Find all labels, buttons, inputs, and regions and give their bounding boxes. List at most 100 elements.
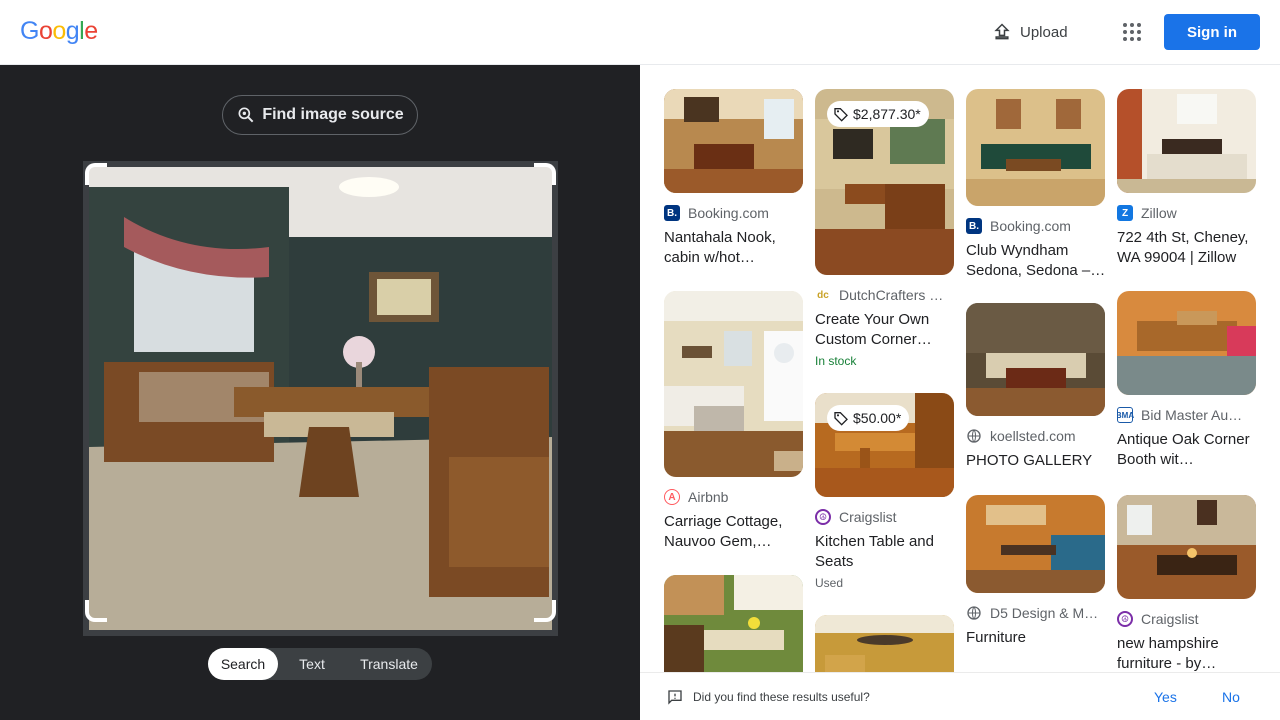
source-name: Zillow [1141, 205, 1177, 221]
query-image[interactable] [83, 161, 558, 636]
booking-icon: B. [966, 218, 982, 234]
upload-label: Upload [1020, 23, 1068, 41]
result-title[interactable]: Club Wyndham Sedona, Sedona –… [966, 241, 1106, 281]
result-thumbnail[interactable]: $50.00* [815, 393, 954, 497]
feedback-question: Did you find these results useful? [693, 690, 870, 704]
result-thumbnail[interactable] [1117, 291, 1256, 395]
result-title[interactable]: Create Your Own Custom Corner… [815, 310, 955, 350]
logo-letter: o [38, 17, 53, 45]
result-source: Z Zillow [1117, 205, 1257, 221]
feedback-icon [668, 690, 682, 705]
result-card[interactable]: B. Booking.com Nantahala Nook, cabin w/h… [664, 89, 804, 268]
result-title[interactable]: Furniture [966, 628, 1106, 648]
result-card[interactable]: $50.00* ☮ Craigslist Kitchen Table and S… [815, 393, 955, 590]
globe-icon [967, 429, 981, 443]
result-card[interactable] [664, 575, 804, 685]
logo-letter: e [84, 17, 98, 45]
result-thumbnail[interactable] [664, 291, 803, 477]
result-source: B. Booking.com [664, 205, 804, 221]
price-badge: $50.00* [827, 405, 910, 431]
upload-button[interactable]: Upload [992, 20, 1068, 44]
result-card[interactable]: koellsted.com PHOTO GALLERY [966, 303, 1106, 471]
result-source: dc DutchCrafters … [815, 287, 955, 303]
result-title[interactable]: new hampshire furniture - by… [1117, 634, 1257, 674]
result-source: koellsted.com [966, 428, 1106, 444]
apps-grid-icon[interactable] [1120, 20, 1144, 44]
result-thumbnail[interactable] [664, 89, 803, 193]
result-title[interactable]: Nantahala Nook, cabin w/hot… [664, 228, 804, 268]
tag-icon [834, 108, 848, 122]
logo-letter: g [65, 17, 80, 45]
source-name: Airbnb [688, 489, 729, 505]
craigslist-icon: ☮ [815, 509, 831, 525]
result-thumbnail[interactable] [664, 575, 803, 685]
airbnb-icon: A [664, 489, 680, 505]
find-source-label: Find image source [262, 106, 404, 123]
crop-handle-top-left[interactable] [85, 163, 107, 185]
result-title[interactable]: Antique Oak Corner Booth wit… [1117, 430, 1257, 470]
lens-mode-tabs: Search Text Translate [208, 648, 432, 680]
dining-nook-photo [89, 167, 552, 630]
lens-search-icon [238, 107, 254, 123]
feedback-yes-button[interactable]: Yes [1154, 689, 1177, 705]
result-card[interactable]: B. Booking.com Club Wyndham Sedona, Sedo… [966, 89, 1106, 281]
result-card[interactable]: BMA Bid Master Au… Antique Oak Corner Bo… [1117, 291, 1257, 470]
result-source: BMA Bid Master Au… [1117, 407, 1257, 423]
feedback-no-button[interactable]: No [1222, 689, 1240, 705]
source-name: Craigslist [839, 509, 897, 525]
result-thumbnail[interactable] [1117, 495, 1256, 599]
source-name: koellsted.com [990, 428, 1076, 444]
result-source: D5 Design & M… [966, 605, 1106, 621]
source-name: D5 Design & M… [990, 605, 1099, 621]
visual-matches-panel: B. Booking.com Nantahala Nook, cabin w/h… [640, 65, 1280, 720]
source-name: Booking.com [990, 218, 1071, 234]
result-card[interactable]: $2,877.30* dc DutchCrafters … Create You… [815, 89, 955, 368]
top-bar: Google Upload Sign in [0, 0, 1280, 65]
availability-status: In stock [815, 354, 857, 368]
upload-icon [994, 23, 1010, 40]
result-source: B. Booking.com [966, 218, 1106, 234]
result-title[interactable]: PHOTO GALLERY [966, 451, 1106, 471]
find-image-source-button[interactable]: Find image source [222, 95, 418, 135]
logo-letter: o [52, 17, 66, 45]
source-name: Booking.com [688, 205, 769, 221]
price-value: $50.00* [853, 410, 902, 426]
result-thumbnail[interactable]: $2,877.30* [815, 89, 954, 275]
bma-icon: BMA [1117, 407, 1134, 423]
source-name: Craigslist [1141, 611, 1199, 627]
crop-handle-bottom-right[interactable] [534, 600, 556, 622]
tab-search[interactable]: Search [208, 648, 278, 680]
condition-status: Used [815, 576, 844, 590]
sign-in-button[interactable]: Sign in [1164, 14, 1260, 50]
result-source: ☮ Craigslist [1117, 611, 1257, 627]
result-thumbnail[interactable] [966, 89, 1105, 206]
craigslist-icon: ☮ [1117, 611, 1133, 627]
source-name: DutchCrafters … [839, 287, 944, 303]
globe-icon [967, 606, 981, 620]
price-badge: $2,877.30* [827, 101, 929, 127]
result-source: A Airbnb [664, 489, 804, 505]
result-thumbnail[interactable] [966, 495, 1105, 593]
result-thumbnail[interactable] [1117, 89, 1256, 193]
result-title[interactable]: Carriage Cottage, Nauvoo Gem,… [664, 512, 804, 552]
dutchcrafters-icon: dc [815, 287, 831, 303]
logo-letter: G [20, 17, 39, 45]
price-value: $2,877.30* [853, 106, 921, 122]
result-card[interactable]: A Airbnb Carriage Cottage, Nauvoo Gem,… [664, 291, 804, 552]
tab-text[interactable]: Text [278, 648, 346, 680]
tag-icon [834, 412, 848, 426]
google-logo[interactable]: Google [20, 17, 98, 46]
result-card[interactable]: ☮ Craigslist new hampshire furniture - b… [1117, 495, 1257, 674]
crop-handle-top-right[interactable] [534, 163, 556, 185]
result-title[interactable]: Kitchen Table and Seats [815, 532, 955, 572]
result-card[interactable]: Z Zillow 722 4th St, Cheney, WA 99004 | … [1117, 89, 1257, 268]
lens-panel: Find image source Search Text Translate [0, 65, 640, 720]
result-card[interactable]: D5 Design & M… Furniture [966, 495, 1106, 648]
source-name: Bid Master Au… [1141, 407, 1243, 423]
booking-icon: B. [664, 205, 680, 221]
crop-handle-bottom-left[interactable] [85, 600, 107, 622]
result-thumbnail[interactable] [966, 303, 1105, 416]
result-title[interactable]: 722 4th St, Cheney, WA 99004 | Zillow [1117, 228, 1257, 268]
tab-translate[interactable]: Translate [346, 648, 432, 680]
result-source: ☮ Craigslist [815, 509, 955, 525]
